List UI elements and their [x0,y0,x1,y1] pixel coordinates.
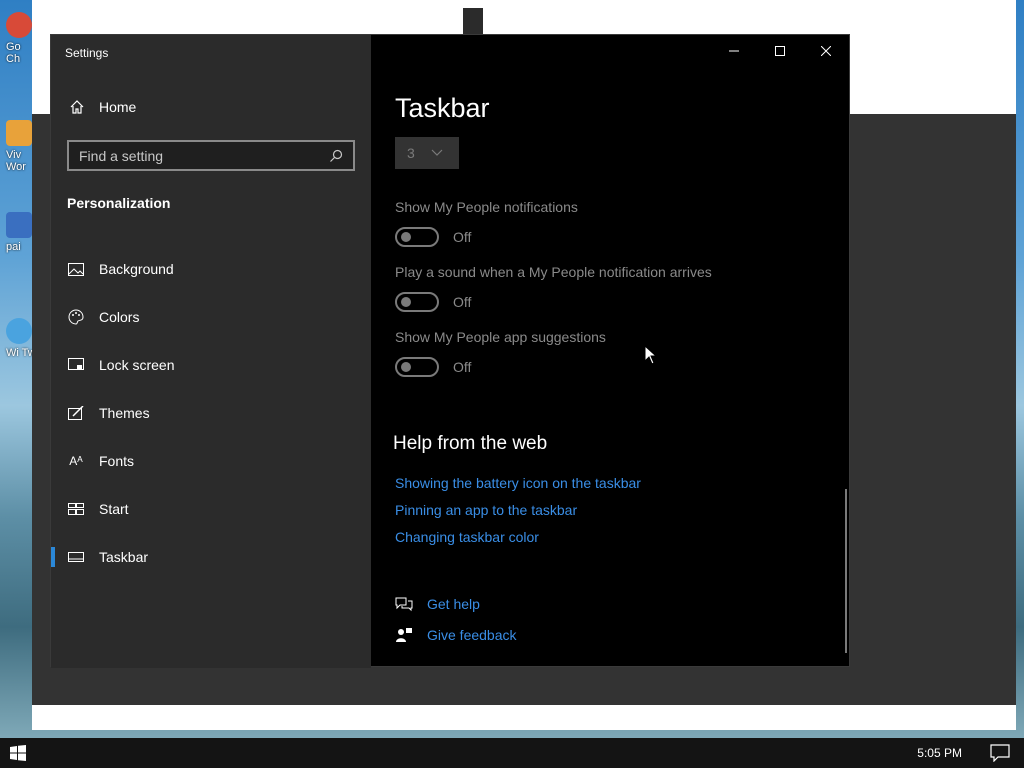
sidebar-item-label: Start [99,501,129,517]
desktop-icon-label: pai [6,241,21,253]
home-label: Home [99,99,137,115]
sidebar-item-start[interactable]: Start [51,485,371,533]
taskbar-count-dropdown[interactable]: 3 [395,137,459,169]
home-icon [70,100,84,114]
taskbar-clock[interactable]: 5:05 PM [917,746,962,760]
people-suggestions-toggle[interactable] [395,357,439,377]
dropdown-value: 3 [407,145,415,161]
help-link-battery-icon[interactable]: Showing the battery icon on the taskbar [395,475,641,491]
sidebar-item-background[interactable]: Background [51,245,371,293]
maximize-button[interactable] [757,35,803,67]
toggle-state: Off [453,359,472,375]
home-nav-item[interactable]: Home [69,99,136,115]
close-icon [821,46,831,56]
start-tiles-icon [67,501,85,517]
page-title: Taskbar [395,93,490,123]
toggle-state: Off [453,294,472,310]
section-title: Personalization [67,195,171,211]
desktop-icon-label: Go Ch [6,41,21,65]
search-input[interactable]: Find a setting [67,140,355,171]
setting-people-suggestions: Show My People app suggestions Off [395,329,606,377]
chevron-down-icon [431,149,443,156]
sidebar-item-fonts[interactable]: Aᴬ Fonts [51,437,371,485]
window-title: Settings [65,46,109,60]
close-button[interactable] [803,35,849,67]
sidebar-item-label: Themes [99,405,150,421]
help-link-pinning-app[interactable]: Pinning an app to the taskbar [395,502,577,518]
get-help-label: Get help [427,596,480,612]
sidebar-item-label: Colors [99,309,140,325]
taskbar-icon [67,549,85,565]
sidebar-item-taskbar[interactable]: Taskbar [51,533,371,581]
paint-icon [6,212,32,238]
chrome-icon [6,12,32,38]
toggle-state: Off [453,229,472,245]
picture-icon [67,261,85,277]
background-window-handle [463,8,483,34]
content-scrollbar[interactable] [845,489,847,653]
feedback-icon [395,626,413,644]
lock-screen-icon [67,357,85,373]
windows-tweaker-icon [6,318,32,344]
setting-label: Show My People notifications [395,199,578,215]
help-section-title: Help from the web [393,433,548,454]
start-button[interactable] [0,738,36,768]
search-placeholder: Find a setting [79,147,164,164]
help-link-taskbar-color[interactable]: Changing taskbar color [395,529,539,545]
window-controls [711,35,849,67]
settings-window: Settings Home Find a setting Personaliza… [50,34,850,668]
people-notifications-toggle[interactable] [395,227,439,247]
setting-people-sound: Play a sound when a My People notificati… [395,264,712,312]
sidebar-item-label: Fonts [99,453,135,469]
chat-help-icon [395,595,413,613]
brush-icon [67,405,85,421]
sidebar-item-themes[interactable]: Themes [51,389,371,437]
sidebar-item-label: Lock screen [99,357,175,373]
taskbar: 5:05 PM [0,738,1024,768]
sidebar: Settings Home Find a setting Personaliza… [51,35,371,668]
give-feedback-link[interactable]: Give feedback [395,626,517,644]
sidebar-item-label: Background [99,261,174,277]
main-content: Taskbar 3 Show My People notifications O… [371,35,849,666]
sidebar-item-lock-screen[interactable]: Lock screen [51,341,371,389]
people-sound-toggle[interactable] [395,292,439,312]
sidebar-nav: Background Colors Lock screen Themes Aᴬ … [51,245,371,581]
setting-label: Show My People app suggestions [395,329,606,345]
give-feedback-label: Give feedback [427,627,517,643]
maximize-icon [775,46,785,56]
sidebar-item-label: Taskbar [99,549,149,565]
setting-people-notifications: Show My People notifications Off [395,199,578,247]
windows-logo-icon [10,745,26,761]
minimize-icon [729,50,739,52]
minimize-button[interactable] [711,35,757,67]
search-icon [330,149,343,162]
vivaldi-icon [6,120,32,146]
setting-label: Play a sound when a My People notificati… [395,264,712,280]
desktop-icon-label: Viv Wor [6,149,26,173]
get-help-link[interactable]: Get help [395,595,480,613]
font-icon: Aᴬ [69,454,83,468]
action-center-icon[interactable] [990,744,1010,762]
sidebar-item-colors[interactable]: Colors [51,293,371,341]
mouse-cursor-icon [644,345,658,365]
palette-icon [67,309,85,325]
